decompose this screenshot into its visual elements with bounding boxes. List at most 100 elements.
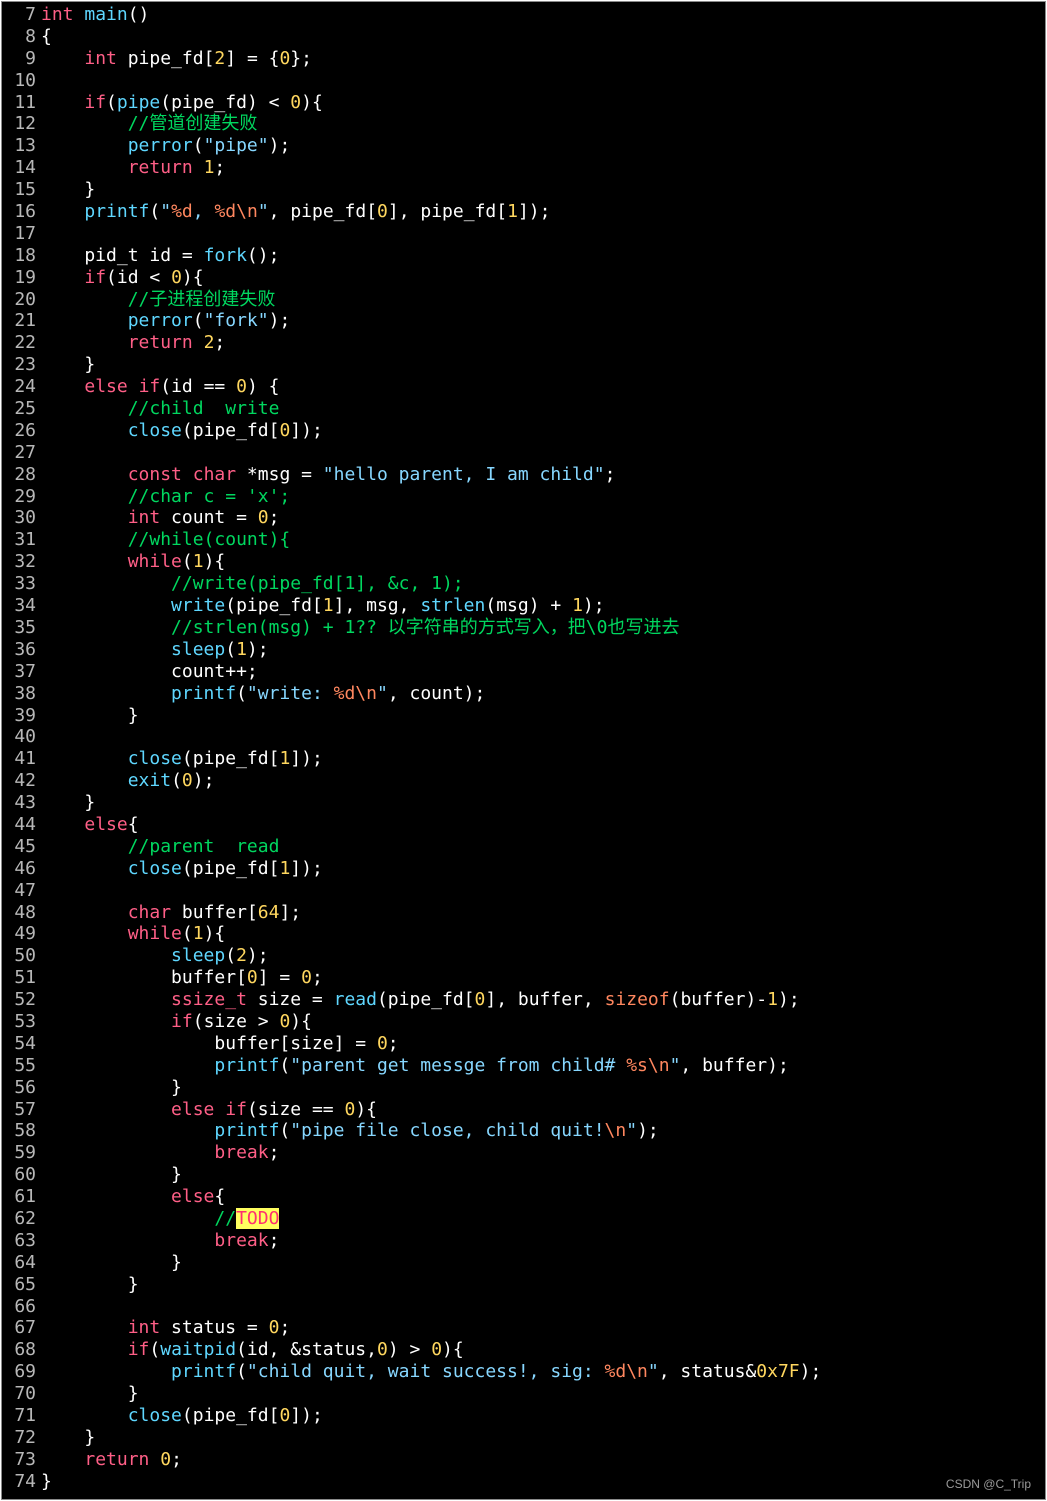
code-line[interactable]: 11 if(pipe(pipe_fd) < 0){ [2,92,1045,114]
code-token: { [41,25,52,47]
code-line[interactable]: 9 int pipe_fd[2] = {0}; [2,48,1045,70]
line-number: 65 [14,1273,36,1295]
code-line[interactable]: 32 while(1){ [2,551,1045,573]
code-line[interactable]: 12 //管道创建失败 [2,113,1045,135]
code-line[interactable]: 56 } [2,1077,1045,1099]
code-line[interactable]: 28 const char *msg = "hello parent, I am… [2,464,1045,486]
code-line[interactable]: 21 perror("fork"); [2,310,1045,332]
code-line[interactable]: 51 buffer[0] = 0; [2,967,1045,989]
code-line[interactable]: 25 //child write [2,398,1045,420]
code-line[interactable]: 47 [2,880,1045,902]
code-line[interactable]: 19 if(id < 0){ [2,267,1045,289]
code-line[interactable]: 39 } [2,705,1045,727]
code-line[interactable]: 50 sleep(2); [2,945,1045,967]
code-line[interactable]: 46 close(pipe_fd[1]); [2,858,1045,880]
code-line[interactable]: 23 } [2,354,1045,376]
code-line[interactable]: 64 } [2,1252,1045,1274]
code-area[interactable]: 7 int main() 8{9 int pipe_fd[2] = {0}; 10 11… [2,4,1045,1493]
code-token: 0 [160,1448,172,1470]
code-line[interactable]: 43 } [2,792,1045,814]
code-token: if [127,1339,150,1361]
code-line[interactable]: 65 } [2,1274,1045,1296]
code-line[interactable]: 35 //strlen(msg) + 1?? 以字符串的方式写入，把\0也写进去 [2,617,1045,639]
code-line[interactable]: 36 sleep(1); [2,639,1045,661]
code-line[interactable]: 26 close(pipe_fd[0]); [2,420,1045,442]
code-line[interactable]: 13 perror("pipe"); [2,135,1045,157]
code-line[interactable]: 38 printf("write: %d\n", count); [2,683,1045,705]
code-line[interactable]: 48 char buffer[64]; [2,902,1045,924]
code-line[interactable]: 44 else{ [2,814,1045,836]
code-token: 2 [214,47,226,69]
code-line[interactable]: 72 } [2,1427,1045,1449]
code-line[interactable]: 66 [2,1296,1045,1318]
code-line[interactable]: 60 } [2,1164,1045,1186]
code-token: }; [290,47,312,69]
code-token: 0 [181,770,193,792]
code-line[interactable]: 71 close(pipe_fd[0]); [2,1405,1045,1427]
code-line[interactable]: 22 return 2; [2,332,1045,354]
code-token: waitpid [160,1339,237,1361]
code-line[interactable]: 42 exit(0); [2,770,1045,792]
line-text: int pipe_fd[2] = {0}; [36,48,312,70]
line-number: 63 [14,1229,36,1251]
code-line[interactable]: 17 [2,223,1045,245]
code-line[interactable]: 31 //while(count){ [2,529,1045,551]
code-editor[interactable]: 7 int main() 8{9 int pipe_fd[2] = {0}; 10 11… [1,1,1046,1500]
code-line[interactable]: 16 printf("%d, %d\n", pipe_fd[0], pipe_f… [2,201,1045,223]
line-text: } [36,179,95,201]
code-line[interactable]: 18 pid_t id = fork(); [2,245,1045,267]
code-token: } [41,1426,96,1448]
line-number: 35 [14,616,36,638]
code-line[interactable]: 57 else if(size == 0){ [2,1099,1045,1121]
code-token: ; [268,507,280,529]
code-line[interactable]: 52 ssize_t size = read(pipe_fd[0], buffe… [2,989,1045,1011]
code-line[interactable]: 62 //TODO [2,1207,1045,1230]
code-line[interactable]: 58 printf("pipe file close, child quit!\… [2,1120,1045,1142]
code-line[interactable]: 33 //write(pipe_fd[1], &c, 1); [2,573,1045,595]
line-number: 50 [14,945,36,967]
code-line[interactable]: 41 close(pipe_fd[1]); [2,748,1045,770]
code-line[interactable]: 37 count++; [2,661,1045,683]
line-text: int count = 0; [36,507,280,529]
line-number: 17 [14,222,36,244]
code-line[interactable]: 73 return 0; [2,1449,1045,1471]
code-line[interactable]: 10 [2,70,1045,92]
code-line[interactable]: 69 printf("child quit, wait success!, si… [2,1361,1045,1383]
code-line[interactable]: 8{ [2,26,1045,48]
code-line[interactable]: 67 int status = 0; [2,1317,1045,1339]
code-line[interactable]: 68 if(waitpid(id, &status,0) > 0){ [2,1339,1045,1361]
code-line[interactable]: 34 write(pipe_fd[1], msg, strlen(msg) + … [2,595,1045,617]
code-token: //parent read [127,835,280,857]
code-line[interactable]: 70 } [2,1383,1045,1405]
code-token: 1 [322,595,334,617]
code-line[interactable]: 55 printf("parent get messge from child#… [2,1055,1045,1077]
code-line[interactable]: 53 if(size > 0){ [2,1011,1045,1033]
code-line[interactable]: 54 buffer[size] = 0; [2,1033,1045,1055]
code-token: 1 [572,595,583,617]
code-line[interactable]: 15 } [2,179,1045,201]
code-line[interactable]: 61 else{ [2,1186,1045,1208]
code-line[interactable]: 59 break; [2,1142,1045,1164]
code-line[interactable]: 29 //char c = 'x'; [2,486,1045,508]
code-line[interactable]: 74} [2,1471,1045,1493]
code-line[interactable]: 45 //parent read [2,836,1045,858]
code-line[interactable]: 40 [2,726,1045,748]
code-line[interactable]: 63 break; [2,1230,1045,1252]
code-token: read [333,989,377,1011]
code-line[interactable]: 7 int main() [2,4,1045,26]
line-number: 46 [14,857,36,879]
code-line[interactable]: 14 return 1; [2,157,1045,179]
code-token: ( [225,945,237,967]
code-line[interactable]: 20 //子进程创建失败 [2,289,1045,311]
code-token: int [84,47,117,69]
line-text [36,726,41,748]
code-line[interactable]: 24 else if(id == 0) { [2,376,1045,398]
code-line[interactable]: 27 [2,442,1045,464]
code-line[interactable]: 30 int count = 0; [2,507,1045,529]
code-line[interactable]: 49 while(1){ [2,923,1045,945]
